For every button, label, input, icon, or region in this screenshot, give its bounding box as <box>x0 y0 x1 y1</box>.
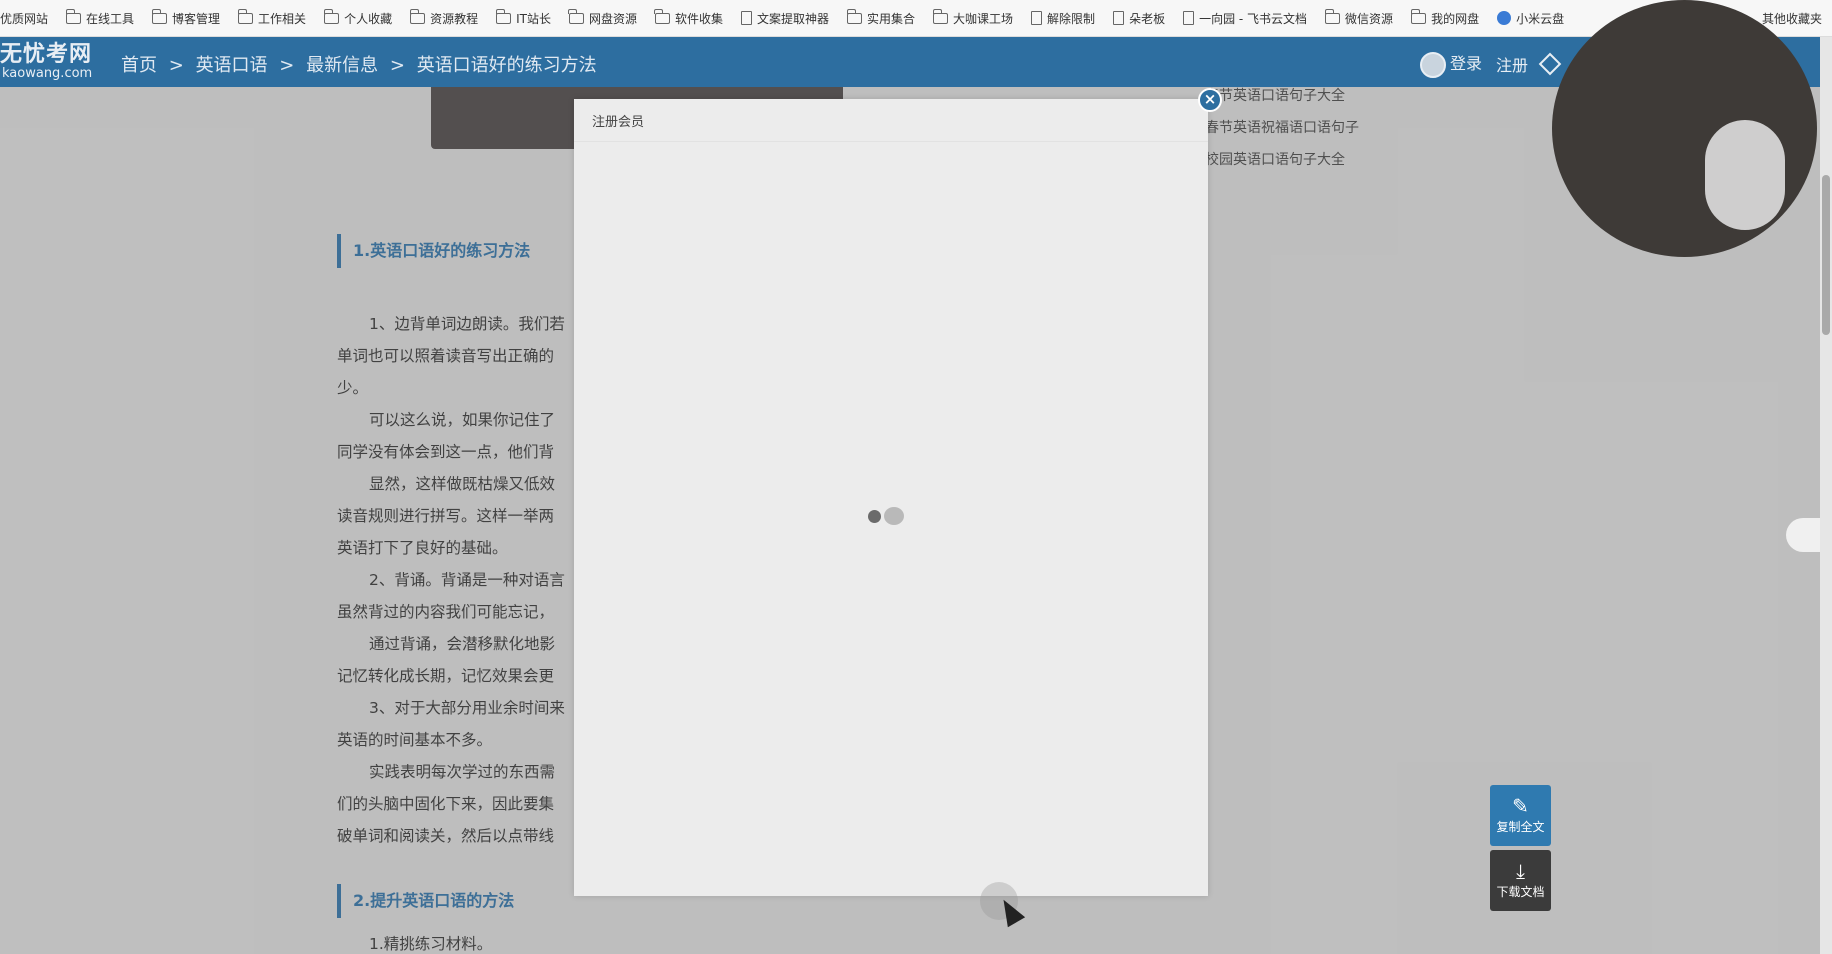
bookmark-item[interactable]: 实用集合 <box>839 0 925 36</box>
download-button[interactable]: ⤓ 下载文档 <box>1490 850 1551 911</box>
breadcrumb: 首页 > 英语口语 > 最新信息 > 英语口语好的练习方法 <box>121 51 603 77</box>
download-label: 下载文档 <box>1496 885 1545 899</box>
pen-icon: ✎ <box>1512 794 1529 818</box>
bookmark-label: 解除限制 <box>1047 11 1096 26</box>
bookmark-label: 网盘资源 <box>588 11 637 26</box>
bookmark-label: 小米云盘 <box>1516 11 1565 26</box>
folder-icon <box>932 8 949 24</box>
folder-icon <box>568 8 584 24</box>
folder-icon <box>654 8 670 24</box>
bookmark-label: 优质网站 <box>0 11 49 26</box>
spinner-dot <box>884 507 904 525</box>
bookmark-item[interactable]: 在线工具 <box>58 0 144 36</box>
folder-icon <box>151 8 168 24</box>
copy-all-button[interactable]: ✎ 复制全文 <box>1490 785 1551 846</box>
breadcrumb-separator: > <box>389 55 405 76</box>
bookmark-label: 朵老板 <box>1129 11 1166 26</box>
doc-icon <box>1113 11 1125 25</box>
doc-icon <box>741 11 752 25</box>
close-icon[interactable]: × <box>1198 88 1222 112</box>
bookmark-item[interactable]: 一向园 - 飞书云文档 <box>1175 0 1317 36</box>
register-link[interactable]: 注册 <box>1496 52 1528 76</box>
bookmark-label: 微信资源 <box>1345 11 1394 26</box>
spinner-dot <box>868 509 881 523</box>
bookmark-item[interactable]: 我的网盘 <box>1403 0 1489 36</box>
folder-icon <box>846 8 863 24</box>
site-logo[interactable]: 无忧考网 kaowang.com <box>0 43 92 81</box>
logo-domain: kaowang.com <box>2 66 93 81</box>
folder-icon <box>1410 8 1427 24</box>
logo-title: 无忧考网 <box>0 42 93 67</box>
bookmark-item[interactable]: 优质网站 <box>0 0 58 36</box>
site-header: 无忧考网 kaowang.com 首页 > 英语口语 > 最新信息 > 英语口语… <box>0 37 1832 87</box>
breadcrumb-home[interactable]: 首页 <box>121 55 157 76</box>
bookmark-item[interactable]: 工作相关 <box>230 0 316 36</box>
bookmark-item[interactable]: 大咖课工场 <box>925 0 1023 36</box>
bookmark-label: 实用集合 <box>867 11 916 26</box>
download-icon: ⤓ <box>1516 859 1525 883</box>
bookmark-item[interactable]: 网盘资源 <box>561 0 647 36</box>
bookmark-label: 在线工具 <box>86 11 135 26</box>
user-links: 登录 注册 <box>1420 50 1562 78</box>
bookmark-label: 我的网盘 <box>1431 11 1480 26</box>
modal-divider <box>574 141 1208 142</box>
bookmark-label: 一向园 - 飞书云文档 <box>1199 11 1308 26</box>
doc-icon <box>1183 11 1195 25</box>
bookmark-label: 文案提取神器 <box>757 11 830 26</box>
login-label: 登录 <box>1450 54 1483 73</box>
bookmark-label: 资源教程 <box>430 11 479 26</box>
loading-spinner <box>868 507 904 525</box>
breadcrumb-english-speaking[interactable]: 英语口语 <box>196 55 268 76</box>
copy-all-label: 复制全文 <box>1496 820 1545 834</box>
vip-diamond-icon[interactable] <box>1538 52 1562 76</box>
avatar-icon <box>1420 51 1446 78</box>
bookmark-item[interactable]: 资源教程 <box>402 0 488 36</box>
bookmark-item[interactable]: 文案提取神器 <box>733 0 839 36</box>
folder-icon <box>237 8 254 24</box>
breadcrumb-latest[interactable]: 最新信息 <box>306 55 378 76</box>
breadcrumb-current: 英语口语好的练习方法 <box>416 55 597 76</box>
bookmark-item[interactable]: 软件收集 <box>647 0 733 36</box>
doc-icon <box>1031 11 1043 25</box>
bookmark-label: IT站长 <box>516 11 551 26</box>
side-expand-tab[interactable] <box>1786 518 1820 552</box>
bookmark-label: 个人收藏 <box>344 11 393 26</box>
bookmarks-bar: 优质网站 在线工具 博客管理 工作相关 个人收藏 资源教程 IT站长 网盘资源 软件收集 文案提取… <box>0 0 1832 37</box>
bookmark-label: 大咖课工场 <box>953 11 1014 26</box>
webcam-highlight <box>1705 120 1785 230</box>
login-link[interactable]: 登录 <box>1420 50 1482 78</box>
bookmark-item[interactable]: 小米云盘 <box>1489 0 1574 36</box>
modal-title: 注册会员 <box>592 115 645 130</box>
folder-icon <box>65 8 82 24</box>
breadcrumb-separator: > <box>279 55 295 76</box>
cloud-icon <box>1497 11 1512 25</box>
bookmark-item[interactable]: IT站长 <box>488 0 561 36</box>
webcam-overlay <box>1552 0 1817 257</box>
bookmark-label: 软件收集 <box>674 11 723 26</box>
bookmark-item[interactable]: 微信资源 <box>1317 0 1403 36</box>
bookmark-label: 工作相关 <box>258 11 307 26</box>
bookmark-label: 博客管理 <box>172 11 221 26</box>
folder-icon <box>409 8 426 24</box>
bookmark-item[interactable]: 解除限制 <box>1023 0 1105 36</box>
register-modal: 注册会员 <box>574 99 1208 896</box>
folder-icon <box>495 8 512 24</box>
scrollbar-thumb[interactable] <box>1822 175 1830 335</box>
folder-icon <box>1324 8 1341 24</box>
bookmark-item[interactable]: 个人收藏 <box>316 0 402 36</box>
bookmark-item[interactable]: 朵老板 <box>1105 0 1175 36</box>
breadcrumb-separator: > <box>168 55 184 76</box>
bookmark-item[interactable]: 博客管理 <box>144 0 230 36</box>
folder-icon <box>323 8 340 24</box>
